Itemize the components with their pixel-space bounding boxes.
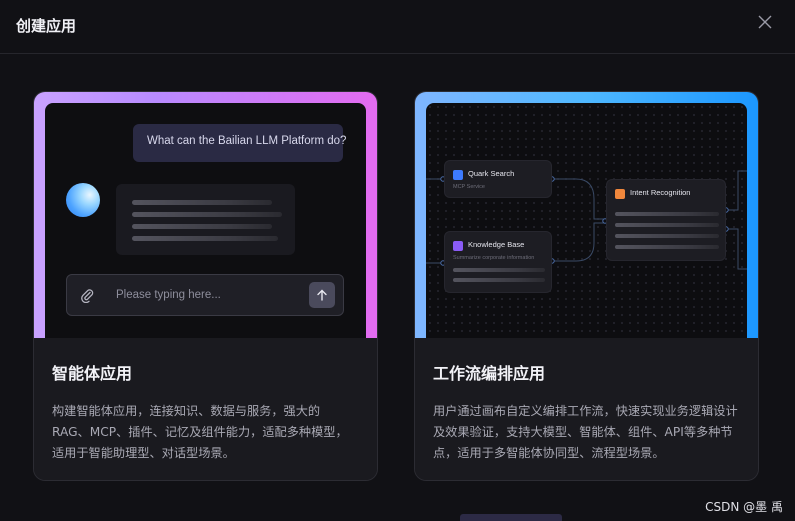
- workflow-canvas: Quark Search MCP Service Knowledge Base …: [426, 103, 747, 338]
- dialog-header: 创建应用: [0, 0, 795, 54]
- skeleton-line: [453, 278, 545, 282]
- close-icon[interactable]: [757, 14, 773, 30]
- skeleton-line: [132, 212, 282, 217]
- chat-input[interactable]: Please typing here...: [66, 274, 344, 316]
- intent-icon: [615, 189, 625, 199]
- node-subtitle: MCP Service: [453, 184, 485, 190]
- skeleton-line: [132, 200, 272, 205]
- agent-app-card[interactable]: What can the Bailian LLM Platform do? Pl…: [33, 91, 378, 481]
- search-icon: [453, 170, 463, 180]
- agent-preview-frame: What can the Bailian LLM Platform do? Pl…: [34, 92, 377, 338]
- create-app-dialog: 创建应用 What can the Bailian LLM Platform d…: [0, 0, 795, 521]
- card-title: 工作流编排应用: [433, 364, 546, 383]
- skeleton-line: [615, 234, 719, 238]
- skeleton-line: [615, 223, 719, 227]
- skeleton-line: [615, 245, 719, 249]
- workflow-app-card[interactable]: Quark Search MCP Service Knowledge Base …: [414, 91, 759, 481]
- book-icon: [453, 241, 463, 251]
- workflow-node-knowledge-base[interactable]: Knowledge Base Summarize corporate infor…: [444, 231, 552, 293]
- watermark: CSDN @墨 禹: [705, 500, 783, 514]
- agent-card-body: 智能体应用 构建智能体应用，连接知识、数据与服务，强大的RAG、MCP、插件、记…: [34, 338, 377, 480]
- paperclip-icon[interactable]: [79, 287, 95, 304]
- workflow-node-quark-search[interactable]: Quark Search MCP Service: [444, 160, 552, 198]
- skeleton-line: [132, 236, 278, 241]
- skeleton-line: [453, 268, 545, 272]
- skeleton-line: [132, 224, 272, 229]
- skeleton-line: [615, 212, 719, 216]
- send-button[interactable]: [309, 282, 335, 308]
- assistant-avatar: [66, 183, 100, 217]
- node-title: Quark Search: [468, 169, 515, 178]
- chat-input-placeholder: Please typing here...: [116, 289, 221, 301]
- node-subtitle: Summarize corporate information: [453, 255, 535, 261]
- workflow-card-body: 工作流编排应用 用户通过画布自定义编排工作流，快速实现业务逻辑设计及效果验证，支…: [415, 338, 758, 480]
- card-description: 构建智能体应用，连接知识、数据与服务，强大的RAG、MCP、插件、记忆及组件能力…: [52, 404, 348, 460]
- card-title: 智能体应用: [52, 364, 133, 383]
- workflow-node-intent-recognition[interactable]: Intent Recognition: [606, 179, 726, 261]
- user-message-bubble: What can the Bailian LLM Platform do?: [133, 124, 346, 162]
- workflow-preview-frame: Quark Search MCP Service Knowledge Base …: [415, 92, 758, 338]
- arrow-up-icon: [317, 289, 327, 301]
- chat-preview: What can the Bailian LLM Platform do? Pl…: [45, 103, 366, 338]
- underlying-button-edge: [460, 514, 562, 521]
- assistant-reply-placeholder: [116, 184, 295, 255]
- node-title: Knowledge Base: [468, 240, 525, 249]
- node-title: Intent Recognition: [630, 188, 691, 197]
- card-description: 用户通过画布自定义编排工作流，快速实现业务逻辑设计及效果验证，支持大模型、智能体…: [433, 404, 738, 460]
- dialog-title: 创建应用: [16, 17, 77, 35]
